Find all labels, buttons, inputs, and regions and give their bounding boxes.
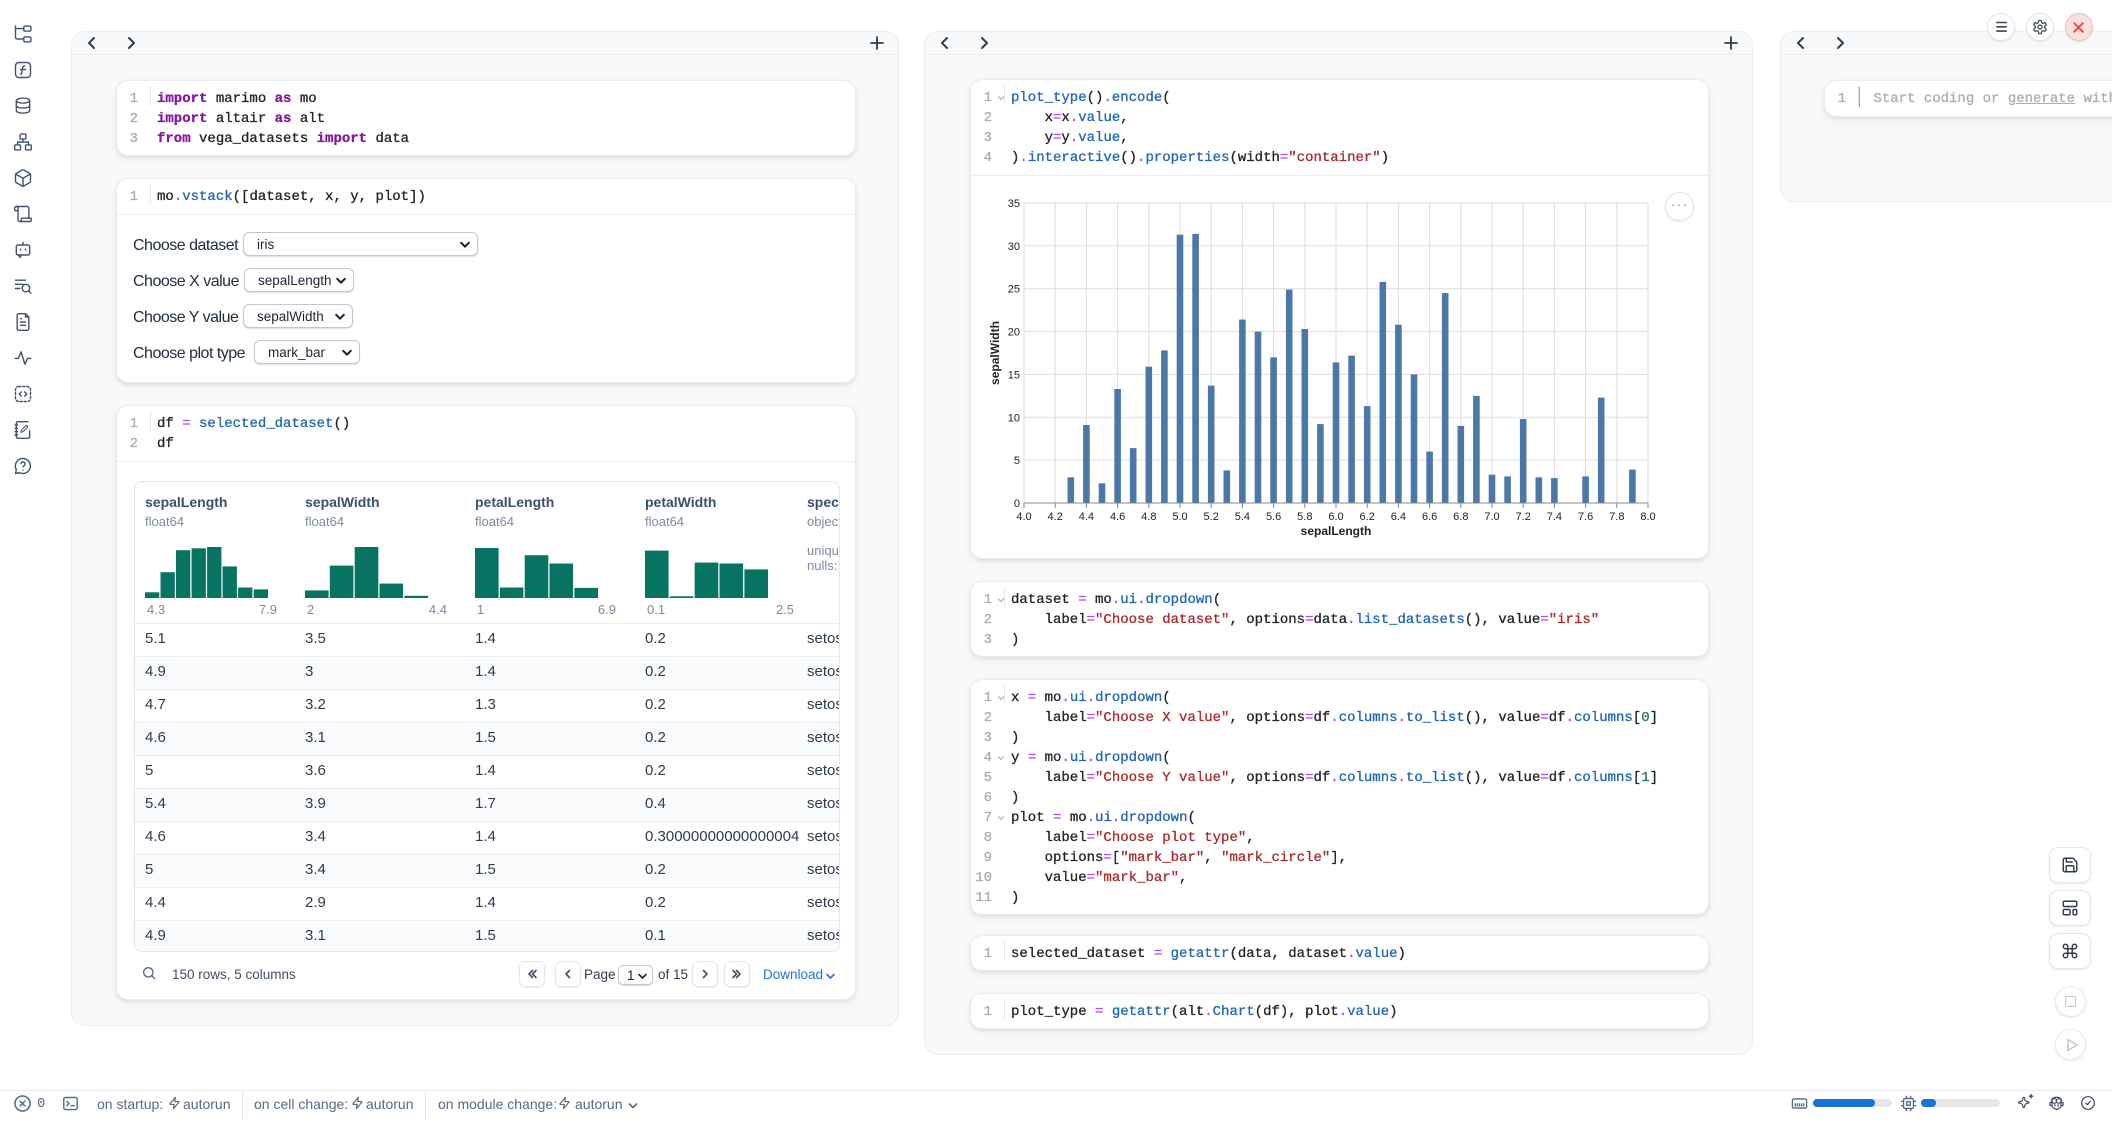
svg-text:5.4: 5.4 (1235, 511, 1250, 523)
svg-text:5: 5 (1014, 455, 1020, 467)
svg-text:6.0: 6.0 (1328, 511, 1343, 523)
svg-text:8.0: 8.0 (1640, 511, 1655, 523)
svg-text:6.2: 6.2 (1360, 511, 1375, 523)
svg-text:25: 25 (1008, 284, 1020, 296)
svg-text:sepalWidth: sepalWidth (988, 321, 1002, 385)
svg-text:4.6: 4.6 (1110, 511, 1125, 523)
svg-text:0: 0 (1014, 498, 1020, 510)
svg-text:4.4: 4.4 (1079, 511, 1094, 523)
svg-text:7.4: 7.4 (1547, 511, 1562, 523)
svg-text:7.6: 7.6 (1578, 511, 1593, 523)
svg-text:sepalLength: sepalLength (1301, 524, 1372, 538)
svg-text:4.8: 4.8 (1141, 511, 1156, 523)
svg-text:10: 10 (1008, 412, 1020, 424)
svg-text:5.2: 5.2 (1204, 511, 1219, 523)
svg-text:6.4: 6.4 (1391, 511, 1406, 523)
svg-text:6.6: 6.6 (1422, 511, 1437, 523)
svg-text:4.0: 4.0 (1016, 511, 1031, 523)
svg-text:7.8: 7.8 (1609, 511, 1624, 523)
svg-text:20: 20 (1008, 327, 1020, 339)
svg-text:5.0: 5.0 (1172, 511, 1187, 523)
svg-text:5.8: 5.8 (1297, 511, 1312, 523)
svg-text:7.0: 7.0 (1484, 511, 1499, 523)
svg-text:6.8: 6.8 (1453, 511, 1468, 523)
svg-text:7.2: 7.2 (1516, 511, 1531, 523)
svg-text:4.2: 4.2 (1048, 511, 1063, 523)
svg-text:35: 35 (1008, 198, 1020, 210)
svg-text:15: 15 (1008, 369, 1020, 381)
svg-text:30: 30 (1008, 241, 1020, 253)
svg-text:5.6: 5.6 (1266, 511, 1281, 523)
